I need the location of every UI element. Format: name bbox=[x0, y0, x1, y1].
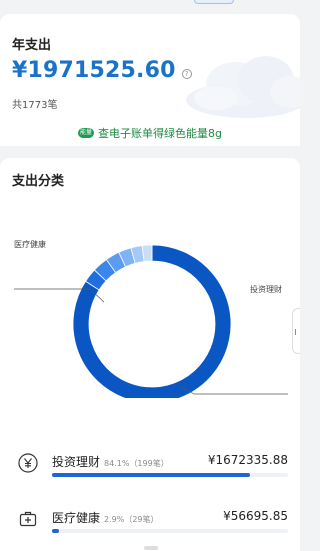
green-energy-text: 查电子账单得绿色能量8g bbox=[98, 127, 222, 140]
row-label: 投资理财 bbox=[52, 455, 101, 469]
row-name: 医疗健康 2.9%（29笔） bbox=[52, 509, 159, 526]
expense-donut-chart bbox=[14, 244, 288, 398]
top-tab-indicator[interactable] bbox=[194, 0, 234, 4]
row-count: （29笔） bbox=[124, 515, 159, 524]
category-row-invest[interactable]: 投资理财 84.1%（199笔） ¥1672335.88 bbox=[0, 453, 300, 497]
page-indicator bbox=[144, 546, 158, 550]
row-name: 投资理财 84.1%（199笔） bbox=[52, 453, 169, 470]
category-title: 支出分类 bbox=[12, 174, 65, 189]
row-count: （199笔） bbox=[129, 459, 169, 468]
row-progress-track bbox=[52, 529, 288, 533]
chart-label-medical: 医疗健康 bbox=[14, 240, 46, 249]
green-energy-link[interactable]: 能量 查电子账单得绿色能量8g bbox=[78, 125, 222, 141]
side-drawer-handle[interactable] bbox=[292, 308, 300, 354]
yen-circle-icon bbox=[18, 453, 38, 473]
chart-label-invest: 投资理财 bbox=[250, 285, 282, 294]
summary-title: 年支出 bbox=[12, 38, 52, 53]
row-progress-fill bbox=[52, 529, 59, 533]
row-percent: 2.9% bbox=[104, 515, 125, 524]
energy-badge-icon: 能量 bbox=[78, 128, 94, 138]
green-energy-banner[interactable]: 能量 查电子账单得绿色能量8g bbox=[0, 120, 300, 146]
category-card: 支出分类 医疗健康 投资理财 投资理财 84.1%（199笔） ¥1672335.… bbox=[0, 158, 300, 551]
row-amount: ¥1672335.88 bbox=[207, 453, 288, 467]
donut-slice-7[interactable] bbox=[141, 244, 153, 262]
annual-expense-card: 年支出 ¥1971525.60 ? 共1773笔 bbox=[0, 14, 300, 128]
amount-row: ¥1971525.60 ? bbox=[12, 58, 192, 83]
medical-kit-icon bbox=[19, 511, 37, 527]
row-amount: ¥56695.85 bbox=[223, 509, 288, 523]
row-percent: 84.1% bbox=[104, 459, 130, 468]
row-label: 医疗健康 bbox=[52, 511, 101, 525]
total-amount: ¥1971525.60 bbox=[12, 58, 176, 83]
category-row-medical[interactable]: 医疗健康 2.9%（29笔） ¥56695.85 bbox=[0, 509, 300, 551]
row-progress-track bbox=[52, 473, 288, 477]
row-progress-fill bbox=[52, 473, 251, 477]
info-icon[interactable]: ? bbox=[181, 68, 192, 79]
transaction-count: 共1773笔 bbox=[12, 100, 58, 111]
